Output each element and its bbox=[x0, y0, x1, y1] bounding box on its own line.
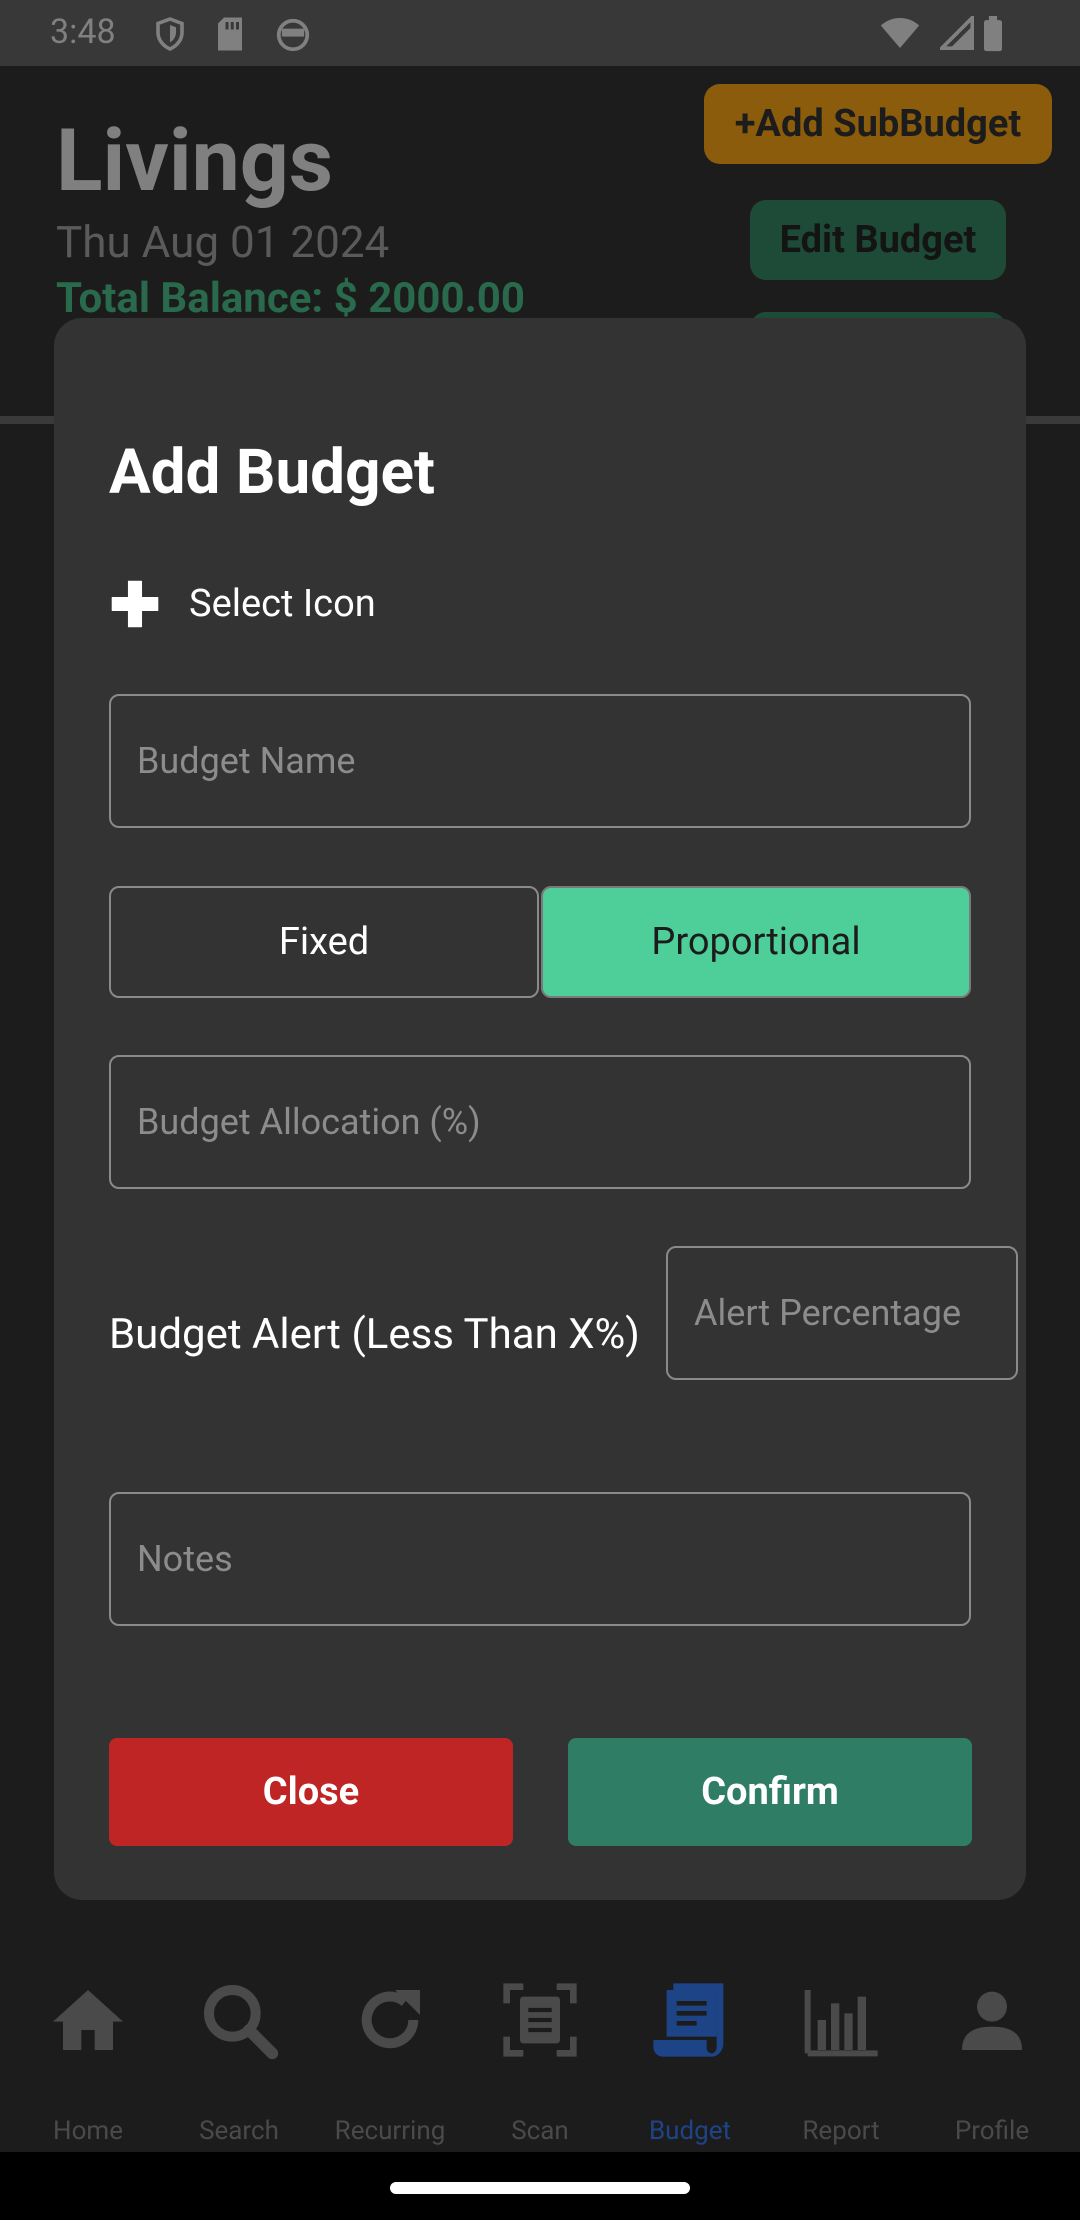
budget-receipt-icon bbox=[653, 1983, 724, 2057]
nav-label: Profile bbox=[954, 2116, 1030, 2146]
shield-icon bbox=[156, 17, 184, 51]
budget-allocation-input[interactable] bbox=[111, 1057, 969, 1187]
nav-item-recurring[interactable]: Recurring bbox=[315, 1960, 465, 2150]
bar-chart-icon bbox=[804, 1990, 878, 2057]
plus-icon bbox=[111, 580, 159, 628]
refresh-icon bbox=[361, 1990, 420, 2049]
budget-alert-label: Budget Alert (Less Than X%) bbox=[109, 1310, 640, 1359]
bottom-nav: Home Search Recurring Scan Budget Report… bbox=[0, 1960, 1080, 2150]
nav-item-report[interactable]: Report bbox=[766, 1960, 916, 2150]
status-time: 3:48 bbox=[50, 12, 116, 52]
nav-label: Search bbox=[199, 2116, 279, 2146]
alert-percentage-field bbox=[666, 1246, 1018, 1380]
type-fixed-button[interactable]: Fixed bbox=[109, 886, 539, 998]
type-proportional-button[interactable]: Proportional bbox=[541, 886, 971, 998]
notes-field bbox=[109, 1492, 971, 1626]
home-gesture-handle[interactable] bbox=[390, 2182, 690, 2194]
alert-percentage-input[interactable] bbox=[668, 1248, 1016, 1378]
close-button[interactable]: Close bbox=[109, 1738, 513, 1846]
edit-budget-button[interactable]: Edit Budget bbox=[750, 200, 1006, 280]
budget-name-field bbox=[109, 694, 971, 828]
nav-item-search[interactable]: Search bbox=[164, 1960, 314, 2150]
scan-receipt-icon bbox=[503, 1983, 577, 2057]
wifi-icon bbox=[880, 18, 920, 48]
nav-item-home[interactable]: Home bbox=[13, 1960, 163, 2150]
search-icon bbox=[204, 1985, 279, 2060]
face-icon bbox=[276, 18, 310, 52]
nav-item-profile[interactable]: Profile bbox=[917, 1960, 1067, 2150]
select-icon-label: Select Icon bbox=[189, 582, 376, 626]
add-subbudget-button[interactable]: +Add SubBudget bbox=[704, 84, 1052, 164]
nav-label: Report bbox=[802, 2116, 880, 2146]
notes-input[interactable] bbox=[111, 1494, 969, 1624]
status-bar: 3:48 bbox=[0, 0, 1080, 66]
signal-icon bbox=[940, 16, 974, 50]
confirm-button[interactable]: Confirm bbox=[568, 1738, 972, 1846]
add-budget-dialog: Add Budget Select Icon Fixed Proportiona… bbox=[54, 318, 1026, 1900]
total-balance: Total Balance: $ 2000.00 bbox=[56, 274, 525, 323]
nav-label: Home bbox=[53, 2116, 123, 2146]
nav-label: Recurring bbox=[334, 2116, 446, 2146]
select-icon-button[interactable]: Select Icon bbox=[109, 574, 376, 634]
dialog-title: Add Budget bbox=[109, 436, 435, 509]
budget-date: Thu Aug 01 2024 bbox=[56, 216, 390, 268]
budget-name-input[interactable] bbox=[111, 696, 969, 826]
nav-item-budget[interactable]: Budget bbox=[615, 1960, 765, 2150]
person-icon bbox=[962, 1991, 1022, 2050]
nav-label: Budget bbox=[648, 2116, 732, 2146]
budget-title: Livings bbox=[56, 110, 334, 211]
battery-icon bbox=[984, 16, 1002, 52]
nav-item-scan[interactable]: Scan bbox=[465, 1960, 615, 2150]
sd-card-icon bbox=[218, 17, 242, 51]
budget-allocation-field bbox=[109, 1055, 971, 1189]
home-icon bbox=[53, 1990, 123, 2050]
nav-label: Scan bbox=[511, 2116, 569, 2146]
